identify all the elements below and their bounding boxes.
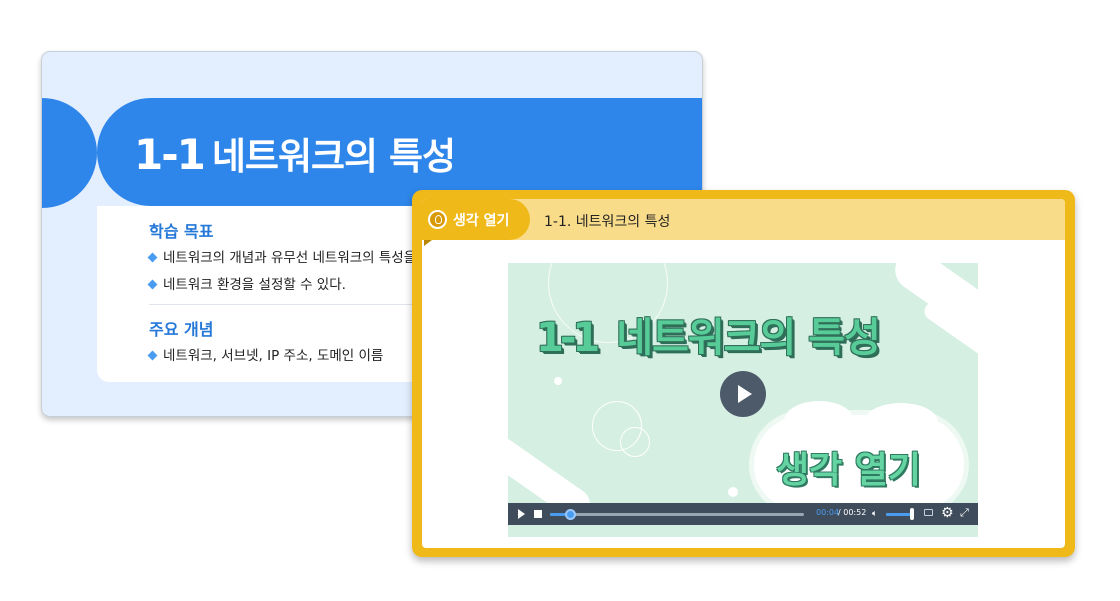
video-title: 1-1 네트워크의 특성 [536,305,881,363]
seek-bar[interactable] [550,509,804,520]
bullet-icon [147,252,158,262]
volume-handle[interactable] [910,508,914,520]
gear-icon[interactable]: ⚙ [941,505,954,521]
video-title-text: 네트워크의 특성 [616,315,881,361]
video-player[interactable]: 1-1 네트워크의 특성 생각 열기 00:04 / 00:52 🔈︎ ⚙ ⤢ [508,263,978,537]
video-decor-bubble [620,427,650,457]
thinking-cloud: 생각 열기 [754,401,964,509]
video-play-button[interactable] [720,371,766,417]
popup-tab-label: 생각 열기 [453,213,510,229]
bullet-icon [147,350,158,360]
goal-item: 네트워크의 개념과 유무선 네트워크의 특성을 [147,246,417,266]
goals-heading: 학습 목표 [149,222,214,241]
tab-notch [424,240,432,246]
volume-level [886,513,911,516]
goal-item: 네트워크 환경을 설정할 수 있다. [147,273,346,293]
popup-body: 생각 열기 1-1. 네트워크의 특성 1-1 네트워크의 특성 생각 열기 0… [422,199,1065,548]
bullet-icon [147,279,158,289]
time-current: 00:04 [816,508,840,517]
volume-icon[interactable]: 🔈︎ [872,509,877,519]
stop-icon[interactable] [534,510,542,518]
volume-slider[interactable] [886,513,912,516]
slide-decor-circle [42,98,97,208]
slide-title: 1-1 네트워크의 특성 [134,126,456,180]
seek-handle[interactable] [565,509,576,520]
goal-item-text: 네트워크의 개념과 유무선 네트워크의 특성을 [163,250,417,266]
concept-item-text: 네트워크, 서브넷, IP 주소, 도메인 이름 [163,348,384,364]
fullscreen-icon[interactable]: ⤢ [960,506,969,520]
cloud-text: 생각 열기 [776,450,922,491]
play-icon[interactable] [518,509,525,519]
popup-title: 1-1. 네트워크의 특성 [544,214,671,230]
thinking-popup: ✦ ✦ 생각 열기 1-1. 네트워크의 특성 1-1네트워크의 특성 [412,190,1075,557]
captions-icon[interactable] [924,509,933,516]
video-controls: 00:04 / 00:52 🔈︎ ⚙ ⤢ [508,503,978,525]
video-decor-dot [554,377,562,385]
time-total: / 00:52 [838,508,867,517]
concept-item: 네트워크, 서브넷, IP 주소, 도메인 이름 [147,344,384,364]
slide-title-text: 네트워크의 특성 [211,135,456,178]
popup-tab[interactable]: 생각 열기 [422,199,530,240]
lightbulb-icon [428,210,447,229]
popup-header: 생각 열기 1-1. 네트워크의 특성 [422,199,1065,240]
video-title-number: 1-1 [536,315,600,361]
video-decor-dot [728,487,738,497]
concepts-heading: 주요 개념 [149,320,214,339]
goal-item-text: 네트워크 환경을 설정할 수 있다. [163,277,346,293]
slide-title-number: 1-1 [134,130,206,179]
